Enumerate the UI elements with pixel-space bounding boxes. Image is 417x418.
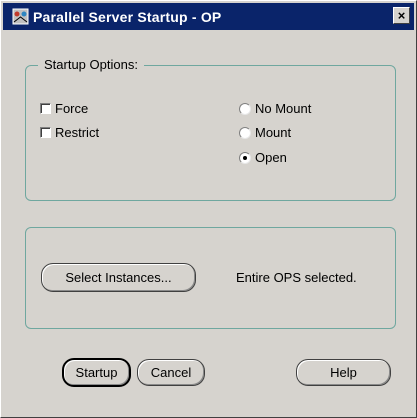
selection-status: Entire OPS selected. <box>236 270 357 285</box>
dialog-window: Parallel Server Startup - OP × Startup O… <box>0 0 417 418</box>
close-icon: × <box>397 8 406 23</box>
instances-group: Select Instances... Entire OPS selected. <box>25 227 396 329</box>
startup-options-group: Startup Options: Force Restrict No Mount… <box>25 57 396 201</box>
restrict-checkbox[interactable]: Restrict <box>40 125 99 140</box>
close-button[interactable]: × <box>393 7 410 24</box>
no-mount-label: No Mount <box>255 101 312 116</box>
radio-circle[interactable] <box>239 102 251 115</box>
app-window-icon <box>11 8 29 26</box>
mount-radio[interactable]: Mount <box>239 125 291 140</box>
help-button[interactable]: Help <box>296 359 391 386</box>
cancel-button[interactable]: Cancel <box>137 359 205 386</box>
cancel-label: Cancel <box>150 365 192 380</box>
select-instances-button[interactable]: Select Instances... <box>41 263 196 292</box>
startup-button[interactable]: Startup <box>62 358 131 387</box>
force-label: Force <box>55 101 89 116</box>
help-label: Help <box>330 365 357 380</box>
open-radio[interactable]: Open <box>239 150 287 165</box>
restrict-label: Restrict <box>55 125 100 140</box>
window-title: Parallel Server Startup - OP <box>33 8 222 25</box>
title-bar[interactable]: Parallel Server Startup - OP × <box>3 3 414 30</box>
no-mount-radio[interactable]: No Mount <box>239 101 311 116</box>
mount-label: Mount <box>255 125 292 140</box>
open-label: Open <box>255 150 287 165</box>
force-checkbox[interactable]: Force <box>40 101 88 116</box>
checkbox-box[interactable] <box>40 103 51 114</box>
checkbox-box[interactable] <box>40 127 51 138</box>
startup-label: Startup <box>75 365 118 380</box>
startup-options-legend: Startup Options: <box>38 57 144 72</box>
select-instances-label: Select Instances... <box>65 270 172 285</box>
radio-circle[interactable] <box>239 126 251 139</box>
radio-circle-selected[interactable] <box>239 151 251 164</box>
